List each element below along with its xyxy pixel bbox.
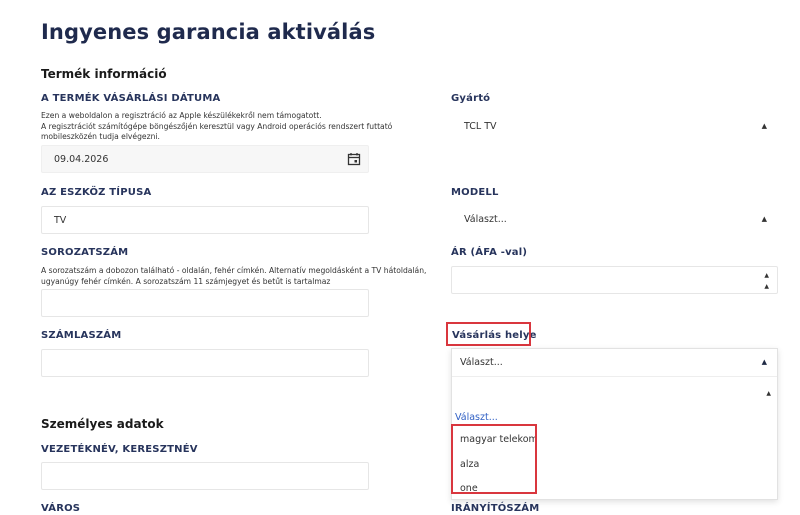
model-label: MODELL [451,187,499,198]
invoice-label: SZÁMLASZÁM [41,330,122,341]
spin-down-icon[interactable]: ▲ [764,284,769,290]
name-input[interactable] [41,462,369,490]
serial-hint: A sorozatszám a dobozon található - olda… [41,266,427,286]
purchase-date-hint: Ezen a weboldalon a regisztráció az Appl… [41,111,393,141]
purchase-date-value: 09.04.2026 [54,154,109,165]
place-of-purchase-select[interactable]: Választ... ▲ [452,349,777,377]
device-type-label: AZ ESZKÖZ TÍPUSA [41,187,152,198]
chevron-up-icon: ▲ [761,358,767,366]
label-highlight-box [446,322,531,346]
model-select[interactable]: Választ... ▲ [451,205,778,233]
zip-label: IRÁNYÍTÓSZÁM [451,503,540,514]
page-title: Ingyenes garancia aktiválás [41,20,376,44]
invoice-input[interactable] [41,349,369,377]
purchase-date-label: A TERMÉK VÁSÁRLÁSI DÁTUMA [41,93,221,104]
city-label: VÁROS [41,503,81,514]
serial-input[interactable] [41,289,369,317]
options-highlight-box [451,424,537,494]
manufacturer-select[interactable]: TCL TV ▲ [451,112,778,140]
chevron-up-icon: ▲ [761,215,767,223]
purchase-date-input[interactable]: 09.04.2026 [41,145,369,173]
chevron-up-icon: ▲ [766,390,771,397]
manufacturer-label: Gyártó [451,93,491,104]
model-value: Választ... [464,214,507,225]
device-type-input[interactable]: TV [41,206,369,234]
dropdown-option-placeholder[interactable]: Választ... [455,412,498,423]
price-input[interactable]: ▲ ▲ [451,266,778,294]
section-title-personal: Személyes adatok [41,417,164,431]
dropdown-search-input[interactable]: ▲ [452,381,777,407]
spin-up-icon[interactable]: ▲ [764,273,769,279]
chevron-up-icon: ▲ [761,122,767,130]
serial-label: SOROZATSZÁM [41,247,129,258]
calendar-icon[interactable] [346,151,362,167]
price-label: ÁR (ÁFA -val) [451,247,528,258]
name-label: VEZETÉKNÉV, KERESZTNÉV [41,444,198,455]
device-type-value: TV [54,215,67,226]
section-title-product: Termék információ [41,67,167,81]
manufacturer-value: TCL TV [464,121,497,132]
place-of-purchase-value: Választ... [460,357,503,368]
